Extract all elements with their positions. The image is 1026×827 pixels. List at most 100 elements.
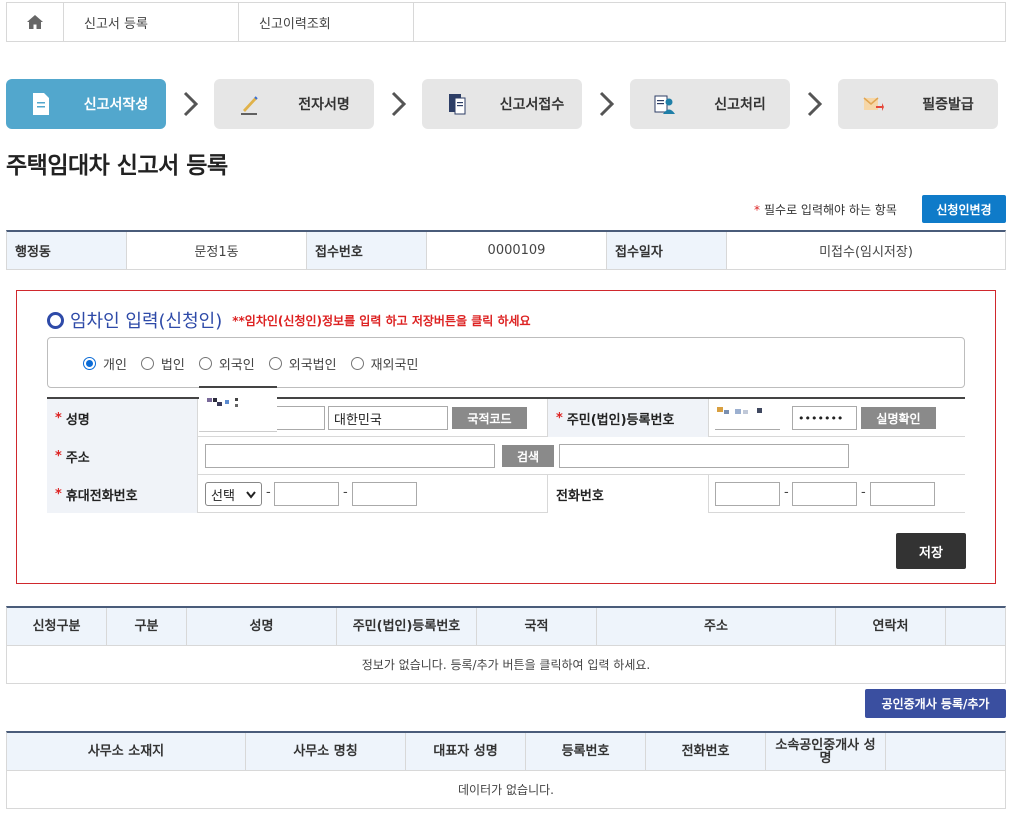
column-header: 연락처 <box>836 608 946 645</box>
receipt-number-value: 0000109 <box>427 232 607 269</box>
mobile-label: * 휴대전화번호 <box>47 475 198 513</box>
progress-steps: 신고서작성 전자서명 신고서접수 신고처리 필증발급 <box>6 79 1006 129</box>
district-value: 문정1동 <box>127 232 307 269</box>
column-header: 성명 <box>187 608 337 645</box>
section-instruction: **임차인(신청인)정보를 입력 하고 저장버튼을 클릭 하세요 <box>232 313 531 328</box>
dash: - <box>784 485 789 500</box>
name-label: * 성명 <box>47 399 198 437</box>
empty-message: 정보가 없습니다. 등록/추가 버튼을 클릭하여 입력 하세요. <box>361 658 651 672</box>
redaction-overlay <box>757 408 762 413</box>
person-process-icon <box>654 95 675 114</box>
tenant-form-grid: * 성명 대한민국 국적코드 * 주민(법인)등록번호 ••••••• 실명확인 *… <box>47 397 965 513</box>
step-sign: 전자서명 <box>214 79 374 129</box>
step-process: 신고처리 <box>630 79 790 129</box>
radio-label: 외국인 <box>218 358 255 373</box>
redaction-overlay <box>717 407 723 412</box>
step-label: 신고서접수 <box>499 97 565 113</box>
redaction-overlay <box>735 409 741 414</box>
mobile-middle-input[interactable] <box>274 482 339 506</box>
table-header: 사무소 소재지 사무소 명칭 대표자 성명 등록번호 전화번호 소속공인중개사 … <box>7 733 1005 771</box>
phone-middle-input[interactable] <box>792 482 857 506</box>
mobile-prefix-select[interactable]: 선택 <box>205 482 262 506</box>
required-note-text: 필수로 입력해야 하는 항목 <box>764 203 897 217</box>
radio-foreigner[interactable]: 외국인 <box>198 354 255 373</box>
chevron-right-icon <box>391 91 407 117</box>
step-label: 신고처리 <box>714 97 766 113</box>
home-button[interactable] <box>7 3 64 41</box>
tenant-input-section: 임차인 입력(신청인) **임차인(신청인)정보를 입력 하고 저장버튼을 클릭… <box>16 290 996 584</box>
nationality-code-button[interactable]: 국적코드 <box>452 407 527 429</box>
top-navigation: 신고서 등록 신고이력조회 <box>6 2 1006 42</box>
phone-first-input[interactable] <box>715 482 780 506</box>
change-applicant-button[interactable]: 신청인변경 <box>922 195 1006 223</box>
chevron-right-icon <box>183 91 199 117</box>
column-header: 구분 <box>107 608 187 645</box>
section-header: 임차인 입력(신청인) **임차인(신청인)정보를 입력 하고 저장버튼을 클릭… <box>47 307 531 333</box>
tab-report-register[interactable]: 신고서 등록 <box>64 3 239 41</box>
redaction-overlay <box>743 410 748 414</box>
column-header: 국적 <box>477 608 597 645</box>
required-note: * 필수로 입력해야 하는 항목 <box>754 201 897 218</box>
resident-number-label: * 주민(법인)등록번호 <box>547 399 709 437</box>
nationality-input[interactable]: 대한민국 <box>328 406 448 430</box>
receipt-number-label: 접수번호 <box>307 232 427 269</box>
radio-individual[interactable]: 개인 <box>83 354 127 373</box>
step-submit: 신고서접수 <box>422 79 582 129</box>
column-header: 소속공인중개사 성명 <box>766 733 886 770</box>
chevron-right-icon <box>807 91 823 117</box>
page-title: 주택임대차 신고서 등록 <box>6 153 228 179</box>
receipt-date-label: 접수일자 <box>607 232 727 269</box>
dash: - <box>343 485 348 500</box>
certificate-icon <box>863 97 884 111</box>
dash: - <box>861 485 866 500</box>
required-star: * <box>754 203 760 217</box>
redaction-overlay <box>724 410 729 414</box>
form-row-name: * 성명 대한민국 국적코드 * 주민(법인)등록번호 ••••••• 실명확인 <box>47 399 965 437</box>
address-detail-input[interactable] <box>559 444 849 468</box>
phone-label: 전화번호 <box>547 475 709 513</box>
select-value: 선택 <box>211 488 235 504</box>
save-button[interactable]: 저장 <box>896 533 966 569</box>
district-label: 행정동 <box>7 232 127 269</box>
radio-corporation[interactable]: 법인 <box>140 354 185 373</box>
column-header: 신청구분 <box>7 608 107 645</box>
address-search-button[interactable]: 검색 <box>502 445 554 467</box>
section-title: 임차인 입력(신청인) <box>70 311 223 332</box>
resident-number-back-input[interactable]: ••••••• <box>792 406 857 430</box>
radio-label: 개인 <box>103 358 127 373</box>
circle-bullet-icon <box>47 311 64 329</box>
person-type-group: 개인 법인 외국인 외국법인 재외국민 <box>47 337 965 388</box>
column-header: 주소 <box>597 608 836 645</box>
step-write: 신고서작성 <box>6 79 166 129</box>
table-header: 신청구분 구분 성명 주민(법인)등록번호 국적 주소 연락처 <box>7 608 1005 646</box>
home-icon <box>27 15 43 29</box>
verify-name-button[interactable]: 실명확인 <box>861 407 936 429</box>
radio-foreign-corporation[interactable]: 외국법인 <box>268 354 337 373</box>
tab-report-history[interactable]: 신고이력조회 <box>239 3 414 41</box>
form-row-address: * 주소 검색 <box>47 437 965 475</box>
radio-label: 외국법인 <box>288 358 337 373</box>
step-label: 전자서명 <box>298 97 350 113</box>
column-header: 사무소 소재지 <box>7 733 246 770</box>
column-header: 사무소 명칭 <box>246 733 406 770</box>
phone-last-input[interactable] <box>870 482 935 506</box>
tab-label: 신고이력조회 <box>259 16 331 32</box>
tab-label: 신고서 등록 <box>84 16 148 32</box>
address-input[interactable] <box>205 444 495 468</box>
column-header: 전화번호 <box>646 733 766 770</box>
step-certificate: 필증발급 <box>838 79 998 129</box>
radio-overseas-korean[interactable]: 재외국민 <box>350 354 418 373</box>
column-header: 대표자 성명 <box>406 733 526 770</box>
document-icon <box>33 93 49 115</box>
pen-sign-icon <box>241 96 258 115</box>
add-agent-button[interactable]: 공인중개사 등록/추가 <box>865 689 1006 718</box>
mobile-last-input[interactable] <box>352 482 417 506</box>
chevron-down-icon <box>246 491 256 499</box>
dash: - <box>266 485 271 500</box>
receipt-info-table: 행정동 문정1동 접수번호 0000109 접수일자 미접수(임시저장) <box>6 230 1006 270</box>
agent-table: 사무소 소재지 사무소 명칭 대표자 성명 등록번호 전화번호 소속공인중개사 … <box>6 731 1006 809</box>
column-header <box>886 733 1005 770</box>
address-label: * 주소 <box>47 437 198 475</box>
empty-message: 데이터가 없습니다. <box>458 783 554 797</box>
step-label: 신고서작성 <box>83 97 149 113</box>
